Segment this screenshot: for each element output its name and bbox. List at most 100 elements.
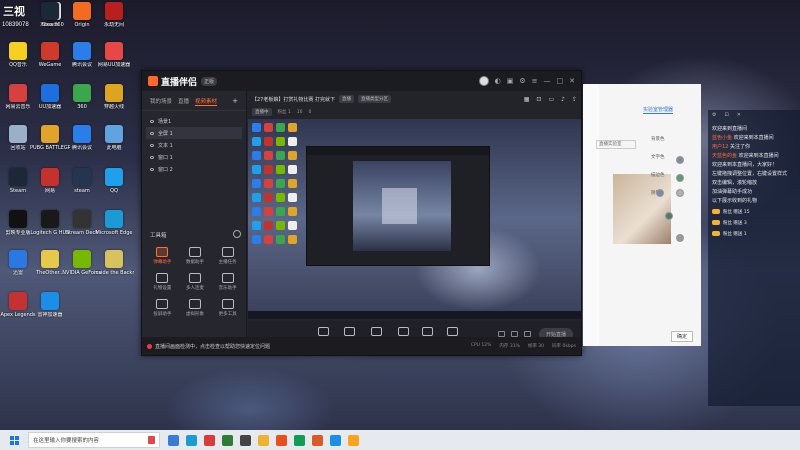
desktop-icon[interactable]: QQ bbox=[96, 168, 132, 194]
layout-icon[interactable]: ▦ bbox=[524, 96, 530, 103]
toolbox-item[interactable]: 弹幕助手 bbox=[146, 247, 179, 265]
taskbar-app-icon[interactable] bbox=[186, 434, 197, 446]
taskbar-app-icon[interactable] bbox=[258, 434, 269, 446]
live-preview[interactable] bbox=[248, 119, 581, 319]
close-icon[interactable]: ✕ bbox=[569, 77, 575, 85]
desktop-icon[interactable]: Microsoft Edge bbox=[96, 210, 132, 236]
desktop-icon[interactable]: Apex Legends bbox=[0, 292, 36, 318]
desktop-icon[interactable]: 迅雷 bbox=[0, 250, 36, 276]
minimize-icon[interactable]: — bbox=[544, 77, 551, 85]
desktop-icon[interactable]: steam bbox=[64, 168, 100, 194]
desktop-icon[interactable]: Steam bbox=[32, 2, 68, 28]
headset-icon[interactable]: ◐ bbox=[495, 77, 501, 85]
menu-icon[interactable]: ≡ bbox=[532, 77, 538, 85]
desktop-icon[interactable]: QQ音乐 bbox=[0, 42, 36, 68]
toolbox-item[interactable]: 多人连麦 bbox=[179, 273, 212, 291]
ok-button[interactable]: 确定 bbox=[670, 331, 693, 342]
room-tag[interactable]: 直播类型分区 bbox=[357, 95, 391, 103]
toolbox-item[interactable]: 虚拟形象 bbox=[179, 299, 212, 317]
toolbox-expand-icon[interactable] bbox=[233, 230, 241, 238]
desktop-icon[interactable]: inside the Backrooms bbox=[94, 250, 134, 276]
settings-select[interactable]: 直播实验室 bbox=[596, 140, 636, 149]
taskbar-app-icon[interactable] bbox=[222, 434, 233, 446]
desktop-icon[interactable]: PUBG BATTLEGR... bbox=[30, 125, 70, 151]
share-icon[interactable]: ⇪ bbox=[572, 96, 577, 103]
eye-icon[interactable] bbox=[150, 131, 154, 135]
taskbar-app-icon[interactable] bbox=[294, 434, 305, 446]
settings-icon[interactable]: ⚙ bbox=[519, 77, 525, 85]
status-message[interactable]: 直播间画面检测中，点击检查以帮助您快速定位问题 bbox=[155, 343, 270, 350]
app-titlebar[interactable]: 直播伴侣 正版 ◐ ▣ ⚙ ≡ — □ ✕ bbox=[142, 71, 581, 91]
desktop-icon[interactable]: 腾讯会议 bbox=[64, 42, 100, 68]
scene-tab[interactable]: 直播 bbox=[178, 97, 189, 106]
toolbox-item[interactable]: 更多工具 bbox=[211, 299, 244, 317]
taskbar-app-icon[interactable] bbox=[276, 434, 287, 446]
scene-row[interactable]: 窗口 1 bbox=[146, 151, 242, 163]
scene-row[interactable]: 窗口 2 bbox=[146, 163, 242, 175]
desktop-icon[interactable]: 腾讯会议 bbox=[64, 125, 100, 151]
toolbox-item[interactable]: 投屏助手 bbox=[146, 299, 179, 317]
chat-username[interactable]: 蓝色小鱼 bbox=[712, 135, 734, 141]
toolbox-item[interactable]: 音乐助手 bbox=[211, 273, 244, 291]
eye-icon[interactable] bbox=[150, 143, 154, 147]
start-button[interactable] bbox=[0, 430, 28, 450]
eye-icon[interactable] bbox=[150, 155, 154, 159]
color-swatch[interactable] bbox=[676, 234, 684, 242]
taskbar-search[interactable]: 在这里输入你要搜索的内容 bbox=[28, 432, 160, 448]
chat-settings-icon[interactable]: ⚙ bbox=[712, 112, 716, 118]
taskbar-app-icon[interactable] bbox=[312, 434, 323, 446]
color-swatch[interactable] bbox=[665, 212, 673, 220]
taskbar-app-icon[interactable] bbox=[330, 434, 341, 446]
chat-username[interactable]: 用户12 bbox=[712, 144, 730, 150]
toolbox-item[interactable]: 礼物设置 bbox=[146, 273, 179, 291]
scene-row[interactable]: 文本 1 bbox=[146, 139, 242, 151]
taskbar-app-icon[interactable] bbox=[348, 434, 359, 446]
room-tag[interactable]: 直播 bbox=[338, 95, 354, 103]
desktop-icon[interactable]: Steam bbox=[0, 168, 36, 194]
toolbox-item[interactable]: 主播任务 bbox=[211, 247, 244, 265]
chat-username[interactable]: 天蓝色的鱼 bbox=[712, 153, 739, 159]
desktop-icon[interactable]: 网易云音乐 bbox=[0, 84, 36, 110]
taskbar-app-icon[interactable] bbox=[204, 434, 215, 446]
mic-icon[interactable] bbox=[148, 436, 155, 444]
scene-tab[interactable]: 视频素材 bbox=[195, 97, 218, 106]
share-screen-icon[interactable]: ▭ bbox=[548, 96, 554, 103]
desktop-icon[interactable]: 网易UU加速器 bbox=[96, 42, 132, 68]
gift-icon[interactable]: ▣ bbox=[507, 77, 514, 85]
desktop-icon[interactable]: 360 bbox=[64, 84, 100, 110]
settings-tab[interactable]: 实验室管理器 bbox=[643, 106, 674, 114]
desktop-icon[interactable]: UU加速器 bbox=[32, 84, 68, 110]
chat-close-icon[interactable]: ✕ bbox=[737, 112, 741, 118]
color-swatch[interactable] bbox=[656, 189, 664, 197]
desktop-icon[interactable]: 网易 bbox=[32, 168, 68, 194]
scene-row[interactable]: 场景1 bbox=[146, 115, 242, 127]
scene-label: 场景1 bbox=[158, 118, 172, 125]
user-avatar[interactable] bbox=[478, 76, 489, 86]
taskbar-app-icon[interactable] bbox=[168, 434, 179, 446]
control-icon bbox=[371, 326, 382, 336]
chat-lock-icon[interactable]: ⊡ bbox=[724, 112, 728, 118]
eye-icon[interactable] bbox=[150, 119, 154, 123]
eye-icon[interactable] bbox=[150, 167, 154, 171]
toolbox-item[interactable]: 数据助手 bbox=[179, 247, 212, 265]
desktop-icon[interactable]: 永劫无间 bbox=[96, 2, 132, 28]
desktop-icon[interactable]: 穿越火线 bbox=[96, 84, 132, 110]
taskbar-app-icon[interactable] bbox=[240, 434, 251, 446]
maximize-icon[interactable]: □ bbox=[557, 77, 564, 85]
color-swatch[interactable] bbox=[676, 189, 684, 197]
preview-icon bbox=[252, 207, 261, 216]
scene-tab[interactable]: 我的场景 bbox=[150, 97, 172, 106]
room-title[interactable]: 【27老板娘】打赏礼物比赛 打完就下 bbox=[252, 96, 335, 103]
color-swatch[interactable] bbox=[676, 156, 684, 164]
desktop-icon[interactable]: WeGame bbox=[32, 42, 68, 68]
desktop-icon[interactable]: Origin bbox=[64, 2, 100, 28]
desktop-icon[interactable]: Logitech G HUB bbox=[30, 210, 70, 236]
bell-icon[interactable]: ♪ bbox=[561, 96, 565, 103]
color-swatch[interactable] bbox=[676, 174, 684, 182]
desktop-icon[interactable]: 此电脑 bbox=[96, 125, 132, 151]
desktop-icon[interactable]: 雷神加速器 bbox=[32, 292, 68, 318]
scene-row[interactable]: 全屏 1 bbox=[146, 127, 242, 139]
lock-icon[interactable]: ⊡ bbox=[536, 96, 541, 103]
app-logo-icon bbox=[148, 76, 158, 86]
add-scene-icon[interactable]: + bbox=[232, 97, 238, 106]
